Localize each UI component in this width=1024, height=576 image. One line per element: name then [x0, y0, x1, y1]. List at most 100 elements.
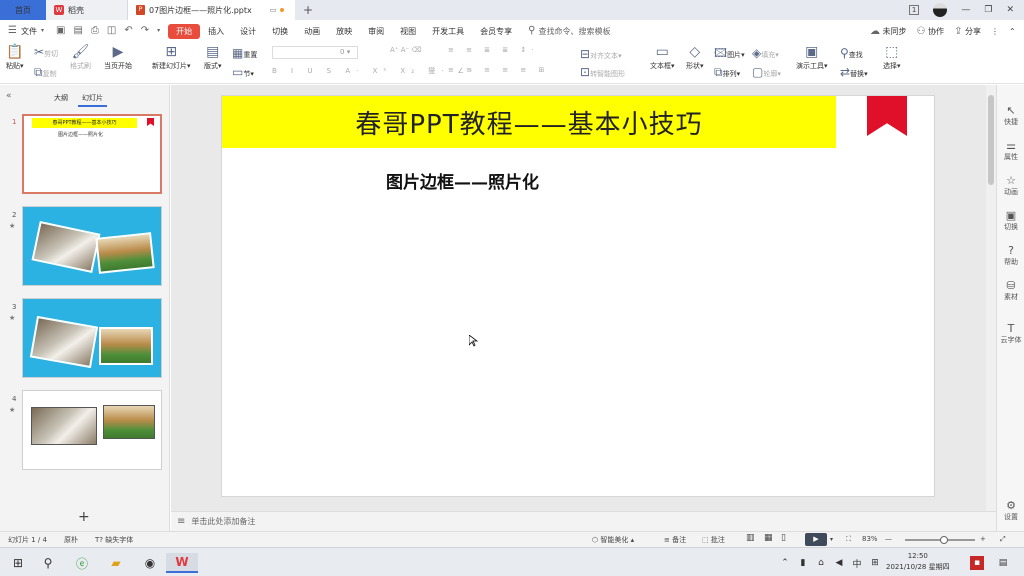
zoom-slider-knob[interactable] — [940, 536, 948, 544]
avatar[interactable] — [933, 3, 948, 17]
notes-toggle[interactable]: ≡ 备注 — [664, 535, 686, 545]
replace-button[interactable]: ⇄替换▾ — [840, 66, 868, 79]
tab-outline[interactable]: 大纲 — [50, 91, 72, 107]
minimize-button[interactable]: — — [961, 5, 970, 15]
new-slide-button[interactable]: ⊞ 新建幻灯片▾ — [152, 45, 191, 71]
menu-start[interactable]: 开始 — [168, 23, 201, 39]
print-preview-icon[interactable]: ◫ — [107, 26, 116, 36]
collab-button[interactable]: ⚇ 协作 — [917, 26, 945, 37]
chevron-down-icon[interactable]: ▾ — [830, 536, 833, 543]
notification-center-icon[interactable]: ▤ — [996, 553, 1010, 573]
file-explorer-icon[interactable]: ▰ — [106, 553, 126, 573]
notes-bar[interactable]: ≡ 单击此处添加备注 — [171, 511, 996, 531]
slide-title-box[interactable]: 春哥PPT教程——基本小技巧 — [222, 96, 836, 148]
zoom-level[interactable]: 83% — [862, 535, 878, 543]
app-icon[interactable]: ◉ — [140, 553, 160, 573]
undo-icon[interactable]: ↶ — [124, 26, 132, 36]
tab-home[interactable]: 首页 — [0, 0, 46, 20]
app-tray-icon[interactable]: ⊞ — [868, 553, 882, 573]
normal-view-icon[interactable]: ▥ — [746, 533, 755, 543]
battery-icon[interactable]: ▮ — [796, 553, 810, 573]
sidebar-item-cloud-font[interactable]: T 云字体 — [997, 323, 1024, 345]
export-pdf-icon[interactable]: ▤ — [73, 26, 82, 36]
sidebar-item-settings[interactable]: ⚙ 设置 — [997, 500, 1024, 522]
shapes-button[interactable]: ◇ 形状▾ — [686, 45, 704, 71]
sidebar-item-help[interactable]: ? 帮助 — [997, 245, 1024, 267]
windows-start-icon[interactable]: ⊞ — [8, 553, 28, 573]
tray-chevron-icon[interactable]: ⌃ — [778, 553, 792, 573]
customize-chevron-icon[interactable]: ▾ — [157, 28, 160, 34]
cut-button[interactable]: ✂剪切 — [34, 46, 58, 59]
slide-thumbnail-2[interactable] — [22, 206, 162, 286]
new-tab-button[interactable]: + — [295, 0, 321, 20]
tab-document[interactable]: P 07图片边框——照片化.pptx ▭ — [128, 0, 295, 20]
outline-button[interactable]: ▢轮廓▾ — [752, 66, 781, 79]
align-buttons[interactable]: ≡ ≡ ≡ ≡ ≡ ⊞ — [448, 66, 549, 74]
fill-button[interactable]: ◈填充▾ — [752, 47, 779, 60]
vertical-scrollbar[interactable] — [986, 85, 996, 511]
textbox-button[interactable]: ▭ 文本框▾ — [650, 45, 675, 71]
slide-thumbnail-4[interactable] — [22, 390, 162, 470]
menu-slideshow[interactable]: 放映 — [328, 26, 360, 37]
format-painter-button[interactable]: 🖌 格式刷 — [70, 45, 91, 71]
notification-app-icon[interactable]: ▪ — [970, 556, 984, 570]
presenter-tools-button[interactable]: ▣ 演示工具▾ — [796, 45, 828, 71]
reading-view-icon[interactable]: ▯ — [781, 533, 786, 543]
sidebar-item-transition[interactable]: ▣ 切换 — [997, 210, 1024, 232]
sidebar-item-assets[interactable]: ⛁ 素材 — [997, 280, 1024, 302]
menu-view[interactable]: 视图 — [392, 26, 424, 37]
find-button[interactable]: ⚲查找 — [840, 47, 863, 60]
sidebar-item-shortcut[interactable]: ↖ 快捷 — [997, 105, 1024, 127]
print-icon[interactable]: ⎙ — [91, 26, 99, 36]
browser-icon[interactable]: ⓔ — [72, 553, 92, 573]
beautify-button[interactable]: ⬡ 智能美化 ▴ — [592, 535, 634, 545]
smartart-button[interactable]: ⊡转智能图形 — [580, 66, 625, 79]
command-search[interactable]: ⚲ 查找命令、搜索模板 — [520, 26, 618, 37]
more-icon[interactable]: ⋮ — [991, 27, 999, 36]
clock[interactable]: 12:50 2021/10/28 星期四 — [886, 551, 950, 573]
window-count-icon[interactable]: 1 — [908, 5, 920, 15]
sidebar-item-animation[interactable]: ☆ 动画 — [997, 175, 1024, 197]
sync-status[interactable]: ☁ 未同步 — [870, 26, 907, 37]
align-text-button[interactable]: ⊟对齐文本▾ — [580, 48, 622, 61]
collapse-ribbon-icon[interactable]: ⌃ — [1009, 27, 1016, 36]
menu-design[interactable]: 设计 — [232, 26, 264, 37]
slide-thumbnail-1[interactable]: 春哥PPT教程——基本小技巧 图片边框——照片化 — [22, 114, 162, 194]
tab-daoke[interactable]: W 稻壳 — [46, 0, 128, 20]
menu-transition[interactable]: 切换 — [264, 26, 296, 37]
play-current-button[interactable]: ▶ 当页开始 — [104, 45, 132, 71]
theme-name[interactable]: 原朴 — [64, 535, 78, 545]
select-button[interactable]: ⬚ 选择▾ — [883, 45, 901, 71]
reset-button[interactable]: ▦重置 — [232, 47, 257, 60]
save-icon[interactable]: ▣ — [56, 26, 65, 36]
missing-font-button[interactable]: T? 缺失字体 — [95, 535, 133, 545]
font-size-select[interactable]: 0 ▾ — [340, 48, 350, 56]
slideshow-play-button[interactable]: ▶ — [805, 533, 827, 546]
zoom-out-icon[interactable]: — — [885, 535, 892, 543]
slide-thumbnail-3[interactable] — [22, 298, 162, 378]
file-menu[interactable]: ☰ 文件 ▾ — [0, 26, 52, 37]
menu-insert[interactable]: 插入 — [200, 26, 232, 37]
font-grow-icon[interactable]: A⁺ A⁻ ⌫ — [390, 46, 421, 54]
share-button[interactable]: ⇪ 分享 — [954, 26, 981, 37]
redo-icon[interactable]: ↷ — [141, 26, 149, 36]
tab-slides[interactable]: 幻灯片 — [78, 91, 107, 107]
menu-member[interactable]: 会员专享 — [472, 26, 520, 37]
fullscreen-icon[interactable]: ⤢ — [1000, 535, 1006, 544]
menu-developer[interactable]: 开发工具 — [424, 26, 472, 37]
menu-review[interactable]: 审阅 — [360, 26, 392, 37]
zoom-in-icon[interactable]: + — [980, 535, 986, 543]
section-button[interactable]: ▭节▾ — [232, 66, 254, 79]
slide-subtitle[interactable]: 图片边框——照片化 — [386, 168, 539, 193]
slide[interactable]: 春哥PPT教程——基本小技巧 图片边框——照片化 — [221, 95, 935, 497]
sidebar-item-properties[interactable]: ⚌ 属性 — [997, 140, 1024, 162]
close-button[interactable]: ✕ — [1006, 5, 1014, 15]
arrange-button[interactable]: ⧉排列▾ — [714, 66, 740, 79]
scrollbar-thumb[interactable] — [988, 95, 994, 185]
menu-animation[interactable]: 动画 — [296, 26, 328, 37]
monitor-icon[interactable]: ▭ — [270, 6, 277, 14]
copy-button[interactable]: ⧉复制 — [34, 66, 57, 79]
sorter-view-icon[interactable]: ▦ — [764, 533, 773, 543]
wps-taskbar-icon[interactable]: W — [166, 553, 198, 573]
volume-icon[interactable]: ◀ — [832, 553, 846, 573]
